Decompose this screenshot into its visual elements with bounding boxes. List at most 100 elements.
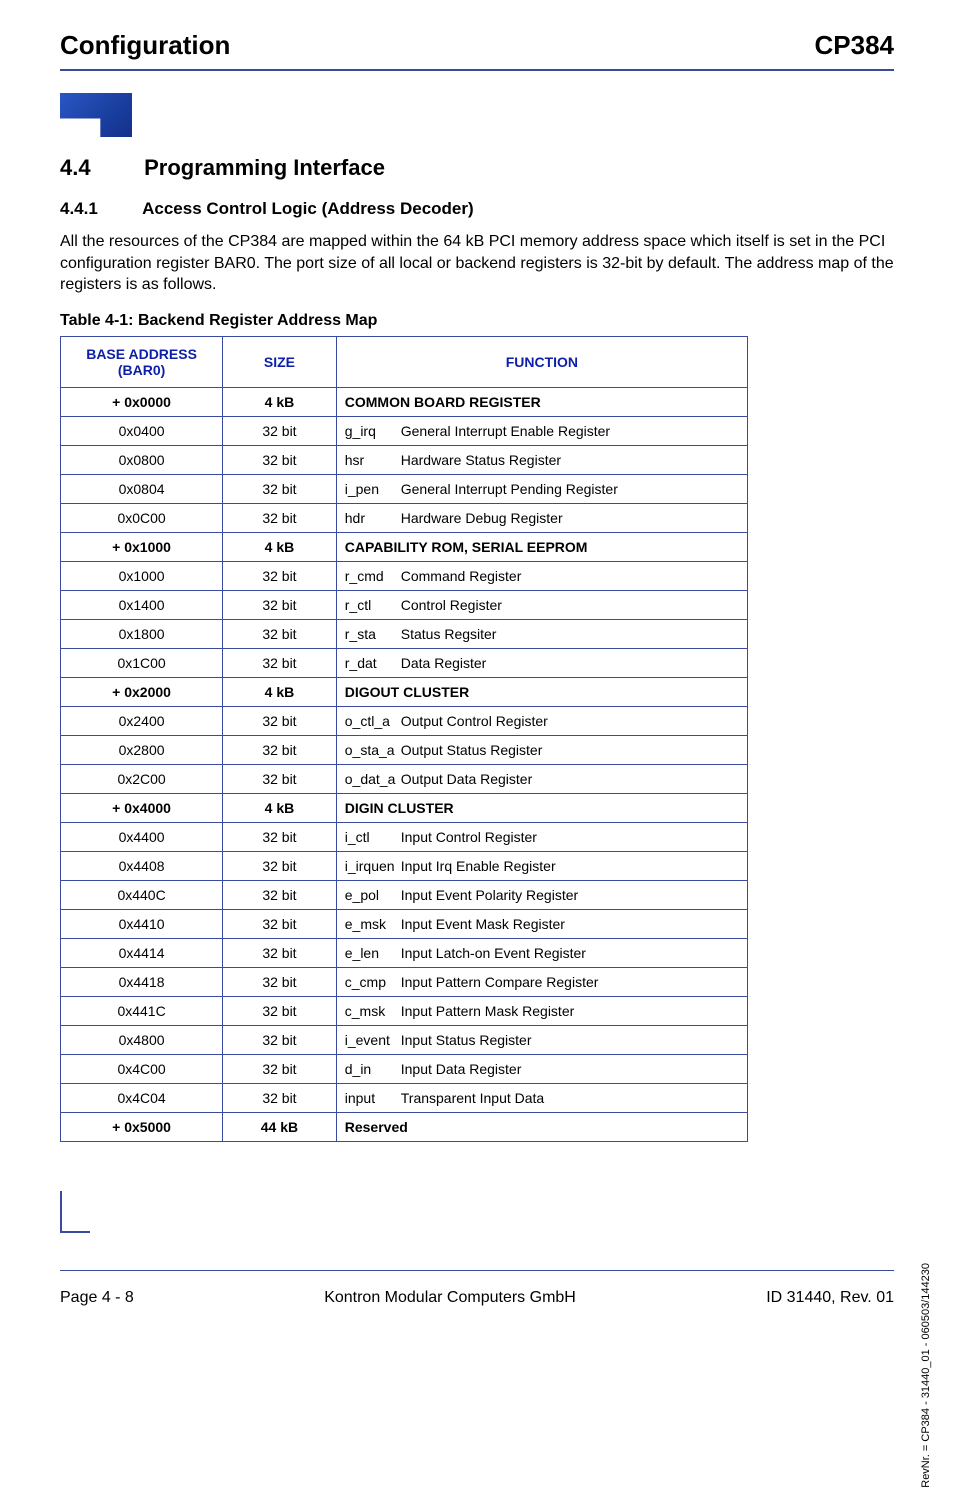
cell-address: 0x0804 xyxy=(61,474,223,503)
cell-address: + 0x4000 xyxy=(61,793,223,822)
fn-desc: Input Data Register xyxy=(401,1061,522,1077)
revision-sidetext: RevNr. = CP384 - 31440_01 - 060503/14423… xyxy=(920,1263,932,1488)
fn-short: e_pol xyxy=(345,887,401,903)
cell-function: c_cmpInput Pattern Compare Register xyxy=(336,967,747,996)
fn-short: c_cmp xyxy=(345,974,401,990)
cell-function: d_inInput Data Register xyxy=(336,1054,747,1083)
cell-function: o_ctl_aOutput Control Register xyxy=(336,706,747,735)
fn-short: r_ctl xyxy=(345,597,401,613)
section-title: Programming Interface xyxy=(144,155,385,180)
cell-address: 0x4800 xyxy=(61,1025,223,1054)
table-row: + 0x40004 kBDIGIN CLUSTER xyxy=(61,793,748,822)
cell-size: 32 bit xyxy=(223,706,337,735)
page-footer: Page 4 - 8 Kontron Modular Computers Gmb… xyxy=(60,1270,894,1307)
cell-size: 4 kB xyxy=(223,793,337,822)
cell-address: 0x4C00 xyxy=(61,1054,223,1083)
fn-desc: Status Regsiter xyxy=(401,626,497,642)
cell-function: e_mskInput Event Mask Register xyxy=(336,909,747,938)
cell-address: 0x1C00 xyxy=(61,648,223,677)
cell-size: 44 kB xyxy=(223,1112,337,1141)
fn-desc: Input Irq Enable Register xyxy=(401,858,556,874)
table-row: + 0x20004 kBDIGOUT CLUSTER xyxy=(61,677,748,706)
fn-short: d_in xyxy=(345,1061,401,1077)
cell-address: 0x4418 xyxy=(61,967,223,996)
cell-size: 32 bit xyxy=(223,648,337,677)
fn-desc: Input Status Register xyxy=(401,1032,532,1048)
cell-address: 0x0800 xyxy=(61,445,223,474)
body-paragraph: All the resources of the CP384 are mappe… xyxy=(60,231,894,296)
table-row: 0x440832 biti_irquenInput Irq Enable Reg… xyxy=(61,851,748,880)
cell-address: 0x4C04 xyxy=(61,1083,223,1112)
th-size: SIZE xyxy=(223,336,337,387)
cell-size: 32 bit xyxy=(223,822,337,851)
table-row: 0x1C0032 bitr_datData Register xyxy=(61,648,748,677)
cell-size: 32 bit xyxy=(223,619,337,648)
table-row: 0x4C0032 bitd_inInput Data Register xyxy=(61,1054,748,1083)
header-left: Configuration xyxy=(60,30,230,61)
table-row: 0x100032 bitr_cmdCommand Register xyxy=(61,561,748,590)
table-caption: Table 4-1: Backend Register Address Map xyxy=(60,312,894,330)
table-row: 0x080432 biti_penGeneral Interrupt Pendi… xyxy=(61,474,748,503)
fn-desc: Output Data Register xyxy=(401,771,533,787)
table-row: 0x480032 biti_eventInput Status Register xyxy=(61,1025,748,1054)
cell-function: i_eventInput Status Register xyxy=(336,1025,747,1054)
fn-desc: Input Event Mask Register xyxy=(401,916,565,932)
cell-address: 0x0C00 xyxy=(61,503,223,532)
logo xyxy=(60,93,894,137)
cell-address: 0x0400 xyxy=(61,416,223,445)
table-row: 0x440032 biti_ctlInput Control Register xyxy=(61,822,748,851)
cell-function: r_cmdCommand Register xyxy=(336,561,747,590)
table-row: + 0x10004 kBCAPABILITY ROM, SERIAL EEPRO… xyxy=(61,532,748,561)
cell-address: 0x1000 xyxy=(61,561,223,590)
cell-size: 32 bit xyxy=(223,590,337,619)
cell-address: 0x4408 xyxy=(61,851,223,880)
subsection-number: 4.4.1 xyxy=(60,199,138,219)
fn-short: e_msk xyxy=(345,916,401,932)
footer-rule xyxy=(60,1270,894,1271)
fn-short: i_ctl xyxy=(345,829,401,845)
table-row: 0x180032 bitr_staStatus Regsiter xyxy=(61,619,748,648)
cell-address: 0x4414 xyxy=(61,938,223,967)
cell-address: + 0x5000 xyxy=(61,1112,223,1141)
section-heading: 4.4 Programming Interface xyxy=(60,155,894,181)
cell-function: i_ctlInput Control Register xyxy=(336,822,747,851)
cell-function: e_polInput Event Polarity Register xyxy=(336,880,747,909)
cell-size: 4 kB xyxy=(223,532,337,561)
cell-size: 32 bit xyxy=(223,996,337,1025)
table-row: 0x441C32 bitc_mskInput Pattern Mask Regi… xyxy=(61,996,748,1025)
cell-function: r_ctlControl Register xyxy=(336,590,747,619)
table-row: 0x0C0032 bithdrHardware Debug Register xyxy=(61,503,748,532)
fn-short: hdr xyxy=(345,510,401,526)
cell-size: 32 bit xyxy=(223,967,337,996)
cell-function: hsrHardware Status Register xyxy=(336,445,747,474)
cell-address: + 0x1000 xyxy=(61,532,223,561)
table-row: 0x080032 bithsrHardware Status Register xyxy=(61,445,748,474)
fn-short: g_irq xyxy=(345,423,401,439)
cell-function: DIGIN CLUSTER xyxy=(336,793,747,822)
fn-short: i_event xyxy=(345,1032,401,1048)
cell-size: 32 bit xyxy=(223,851,337,880)
table-row: 0x040032 bitg_irqGeneral Interrupt Enabl… xyxy=(61,416,748,445)
cell-address: + 0x2000 xyxy=(61,677,223,706)
cell-size: 32 bit xyxy=(223,938,337,967)
cell-address: 0x441C xyxy=(61,996,223,1025)
fn-desc: General Interrupt Pending Register xyxy=(401,481,618,497)
cell-size: 32 bit xyxy=(223,1083,337,1112)
footer-left: Page 4 - 8 xyxy=(60,1289,134,1307)
fn-short: r_sta xyxy=(345,626,401,642)
page-header: Configuration CP384 xyxy=(60,30,894,61)
fn-short: i_pen xyxy=(345,481,401,497)
cell-function: DIGOUT CLUSTER xyxy=(336,677,747,706)
cell-function: r_datData Register xyxy=(336,648,747,677)
fn-desc: Hardware Debug Register xyxy=(401,510,563,526)
fn-desc: Control Register xyxy=(401,597,502,613)
table-row: 0x441832 bitc_cmpInput Pattern Compare R… xyxy=(61,967,748,996)
table-row: + 0x00004 kBCOMMON BOARD REGISTER xyxy=(61,387,748,416)
fn-short: r_cmd xyxy=(345,568,401,584)
cell-function: hdrHardware Debug Register xyxy=(336,503,747,532)
table-row: + 0x500044 kBReserved xyxy=(61,1112,748,1141)
th-address: BASE ADDRESS (BAR0) xyxy=(61,336,223,387)
cell-size: 32 bit xyxy=(223,764,337,793)
fn-desc: Data Register xyxy=(401,655,487,671)
table-row: 0x441032 bite_mskInput Event Mask Regist… xyxy=(61,909,748,938)
